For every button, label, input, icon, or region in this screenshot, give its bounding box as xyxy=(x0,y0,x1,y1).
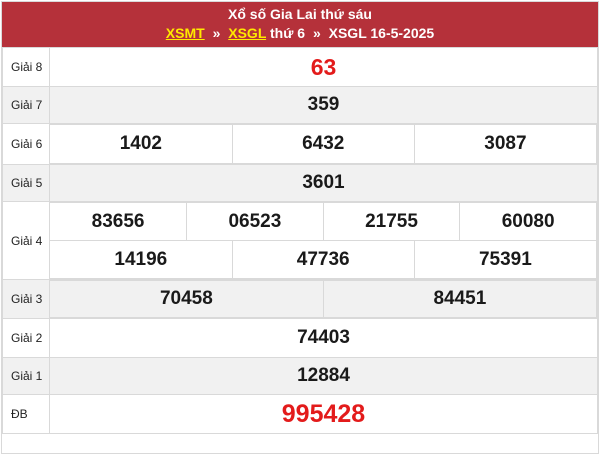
prize-number: 12884 xyxy=(49,357,598,395)
breadcrumb-link-xsgl[interactable]: XSGL xyxy=(228,25,266,41)
prize-label: Giải 7 xyxy=(2,86,50,124)
prize-number: 1402 xyxy=(50,124,233,164)
prize-number: 60080 xyxy=(459,202,597,241)
prize-number: 3601 xyxy=(49,164,598,202)
lottery-results-panel: Xổ số Gia Lai thứ sáu XSMT » XSGL thứ 6 … xyxy=(1,1,599,454)
prize-row-g2: Giải 2 74403 xyxy=(2,318,598,358)
prize-number: 14196 xyxy=(50,240,233,279)
prize-label: Giải 1 xyxy=(2,357,50,395)
breadcrumb-separator: » xyxy=(212,25,221,41)
prize-label: ĐB xyxy=(2,394,50,434)
prize-label: Giải 5 xyxy=(2,164,50,202)
breadcrumb-separator: » xyxy=(312,25,321,41)
breadcrumb-link-xsmt[interactable]: XSMT xyxy=(166,25,205,41)
prize-row-special: ĐB 995428 xyxy=(2,394,598,434)
prize-row-g4: Giải 4 83656 06523 21755 60080 14196 477… xyxy=(2,201,598,280)
breadcrumb-weekday: thứ 6 xyxy=(270,25,306,41)
prize-number: 359 xyxy=(49,86,598,124)
results-header: Xổ số Gia Lai thứ sáu XSMT » XSGL thứ 6 … xyxy=(2,2,598,47)
prize-number: 75391 xyxy=(413,240,598,279)
prize-number: 06523 xyxy=(186,202,324,241)
prize-number: 74403 xyxy=(49,318,598,358)
prize-number: 3087 xyxy=(413,124,598,164)
prize-row-g5: Giải 5 3601 xyxy=(2,164,598,202)
prize-number: 70458 xyxy=(50,280,324,318)
prize-row-g3: Giải 3 70458 84451 xyxy=(2,279,598,319)
prize-label: Giải 3 xyxy=(2,279,50,319)
prize-label: Giải 2 xyxy=(2,318,50,358)
prize-number: 47736 xyxy=(231,240,415,279)
special-prize-number: 995428 xyxy=(49,394,598,434)
page-title: Xổ số Gia Lai thứ sáu xyxy=(228,6,372,22)
prize-number: 84451 xyxy=(322,280,598,318)
prize-row-g1: Giải 1 12884 xyxy=(2,357,598,395)
prize-number: 6432 xyxy=(231,124,415,164)
prize-number: 63 xyxy=(49,47,598,87)
prize-label: Giải 4 xyxy=(2,201,50,280)
prize-label: Giải 6 xyxy=(2,123,50,165)
breadcrumb: XSMT » XSGL thứ 6 » XSGL 16-5-2025 xyxy=(2,24,598,43)
prize-label: Giải 8 xyxy=(2,47,50,87)
prize-number: 83656 xyxy=(50,202,188,241)
prize-row-g7: Giải 7 359 xyxy=(2,86,598,124)
prize-row-g6: Giải 6 1402 6432 3087 xyxy=(2,123,598,165)
prize-row-g8: Giải 8 63 xyxy=(2,47,598,87)
results-table: Giải 8 63 Giải 7 359 Giải 6 1402 6432 30… xyxy=(2,47,598,434)
prize-number: 21755 xyxy=(322,202,461,241)
breadcrumb-current-date: XSGL 16-5-2025 xyxy=(328,25,435,41)
